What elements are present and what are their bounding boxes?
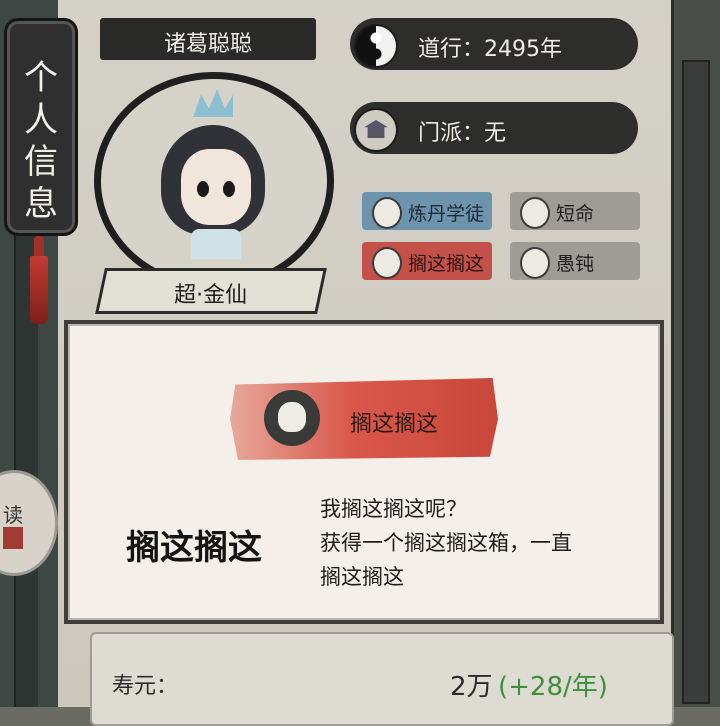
portrait-eye-left	[197, 181, 209, 197]
lifespan-gain: (+28/年)	[498, 672, 608, 702]
trait-detail-card: 搁这搁这 搁这搁这 我搁这搁这呢？ 获得一个搁这搁这箱，一直 搁这搁这	[64, 320, 664, 624]
daoxing-stat: 道行：2495年	[350, 18, 638, 70]
tag-alchemy-apprentice[interactable]: 炼丹学徒	[362, 192, 492, 230]
daoxing-text: 道行：2495年	[418, 37, 562, 62]
pouch-icon	[264, 390, 320, 446]
character-info-panel: 个 人 信 息 读 诸葛聪聪 超·金仙 道行：2495年 门派：无 炼丹学徒 短…	[0, 0, 720, 726]
tag-dull[interactable]: 愚钝	[510, 242, 640, 280]
tab-personal-info[interactable]: 个 人 信 息	[4, 18, 78, 236]
trait-title: 搁这搁这	[126, 528, 262, 568]
cultivation-rank-plate: 超·金仙	[95, 268, 327, 314]
right-frame	[671, 0, 720, 707]
pouch-icon	[520, 247, 550, 279]
lifespan-value: 2万	[450, 672, 493, 702]
sect-stat: 门派：无	[350, 102, 638, 154]
character-name: 诸葛聪聪	[163, 32, 252, 57]
character-portrait	[94, 72, 334, 290]
right-frame-inner	[682, 60, 710, 704]
temple-icon	[354, 108, 398, 152]
pouch-icon	[372, 197, 402, 229]
tag-label: 炼丹学徒	[408, 203, 485, 225]
trait-description-line: 搁这搁这	[320, 565, 404, 589]
tag-short-lived[interactable]: 短命	[510, 192, 640, 230]
tag-label: 搁这搁这	[408, 253, 485, 275]
trait-description-line: 我搁这搁这呢？	[320, 497, 467, 521]
book-icon	[3, 527, 23, 549]
trait-description-line: 获得一个搁这搁这箱，一直	[320, 531, 572, 555]
tag-gezhe-gezhe[interactable]: 搁这搁这	[362, 242, 492, 280]
cultivation-rank: 超·金仙	[174, 283, 248, 308]
yin-yang-icon	[354, 24, 398, 68]
tassel	[30, 256, 48, 324]
portrait-crown	[193, 89, 233, 117]
tab-personal-info-label: 个 人 信 息	[24, 58, 58, 224]
portrait-eye-right	[223, 181, 235, 197]
read-button-label: 读	[3, 503, 23, 527]
tassel-knot	[34, 236, 44, 258]
portrait-face	[181, 149, 251, 225]
trait-banner-label: 搁这搁这	[350, 412, 439, 437]
lifespan-label: 寿元：	[112, 674, 179, 699]
portrait-robe	[191, 229, 241, 259]
sect-text: 门派：无	[418, 121, 507, 146]
trait-description: 我搁这搁这呢？ 获得一个搁这搁这箱，一直 搁这搁这	[320, 492, 650, 594]
pouch-icon	[520, 197, 550, 229]
attributes-box: 寿元： 2万 (+28/年)	[90, 632, 674, 726]
tag-label: 愚钝	[556, 253, 595, 275]
tag-label: 短命	[556, 203, 595, 225]
pouch-icon	[372, 247, 402, 279]
character-name-plate: 诸葛聪聪	[100, 18, 316, 60]
